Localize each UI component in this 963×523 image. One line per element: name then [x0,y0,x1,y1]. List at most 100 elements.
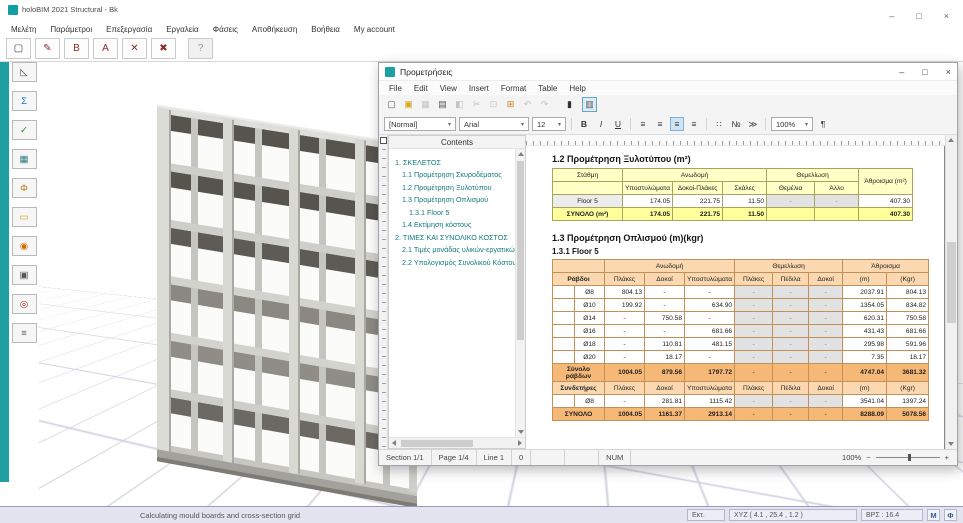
doc-menu-view[interactable]: View [434,84,463,93]
font-size-select[interactable]: 12▾ [532,117,566,131]
copy-icon: ⊡ [490,99,498,110]
contents-vscrollbar[interactable] [515,149,525,437]
page-view-button[interactable]: ▥ [582,97,597,112]
print-preview-button[interactable]: ◧ [452,97,467,112]
close-icon[interactable]: × [944,11,949,21]
tab-stop-box[interactable] [380,137,387,144]
zoom-slider-thumb[interactable] [908,454,911,461]
new-study-button[interactable]: ▢ [6,38,31,59]
doc-menu-table[interactable]: Table [532,84,563,93]
document-page[interactable]: 1.2 Προμέτρηση Ξυλοτύπου (m²) ΣτάθμηΑνωδ… [526,146,945,449]
zoom-slider[interactable] [876,457,940,458]
tables-button[interactable]: ▦ [12,149,37,169]
paste-icon: ⊞ [507,99,515,110]
zoom-out-icon[interactable]: − [866,453,870,462]
align-right-button[interactable]: ≡ [670,117,684,131]
table-cell: Ø16 [575,325,605,338]
windows-button[interactable]: ▣ [12,265,37,285]
calculations-button[interactable]: Σ [12,91,37,111]
pointer-tool-button[interactable]: ◺ [12,62,37,82]
table-cell: Floor 5 [553,195,623,208]
maximize-icon[interactable]: □ [916,11,921,21]
vscroll-thumb[interactable] [517,161,524,340]
contents-hscrollbar[interactable] [389,437,525,448]
numbered-list-button[interactable]: № [729,117,743,131]
undo-button[interactable]: ↶ [520,97,535,112]
menu-faseis[interactable]: Φάσεις [206,25,245,34]
scroll-up-icon[interactable] [948,138,954,142]
italic-button[interactable]: I [594,117,608,131]
hscroll-thumb[interactable] [401,440,473,447]
scroll-right-icon[interactable] [518,440,522,446]
cut-button[interactable]: ✂ [469,97,484,112]
new-doc-button[interactable]: ▢ [384,97,399,112]
close-study-button[interactable]: ✖ [151,38,176,59]
copy-b-button[interactable]: B [64,38,89,59]
editor-vscrollbar[interactable] [945,135,957,449]
bold-button[interactable]: B [577,117,591,131]
align-justify-button[interactable]: ≡ [687,117,701,131]
scroll-down-icon[interactable] [518,430,524,434]
pilcrow-button[interactable]: ¶ [816,117,830,131]
doc-menu-edit[interactable]: Edit [408,84,434,93]
doc-menu-help[interactable]: Help [563,84,591,93]
minimize-icon[interactable]: – [889,11,894,21]
copy-button[interactable]: ⊡ [486,97,501,112]
align-center-button[interactable]: ≡ [653,117,667,131]
print-button[interactable]: ▤ [435,97,450,112]
checks-button[interactable]: ✓ [12,120,37,140]
contents-item-xylotypos[interactable]: 1.2 Προμέτρηση Ξυλοτύπου [395,183,513,192]
lock-button[interactable]: ▮ [562,97,577,112]
status-m-button[interactable]: M [927,509,940,521]
edit-study-button[interactable]: ✎ [35,38,60,59]
reports-button[interactable]: ≡ [12,323,37,343]
editor-vscroll-thumb[interactable] [947,242,956,324]
contents-item-skeletos[interactable]: 1. ΣΚΕΛΕΤΟΣ [395,158,513,167]
help-button[interactable]: ? [188,38,213,59]
align-left-button[interactable]: ≡ [636,117,650,131]
doc-menu-insert[interactable]: Insert [463,84,495,93]
zoom-select[interactable]: 100%▾ [771,117,813,131]
settings-button[interactable]: Φ [12,178,37,198]
tables-icon: ▦ [20,154,29,165]
menu-parametroi[interactable]: Παράμετροι [43,25,99,34]
save-button[interactable]: ▦ [418,97,433,112]
bullet-list-button[interactable]: ∷ [712,117,726,131]
contents-item-synoliko-kostos[interactable]: 2.2 Υπολογισμός Συνολικού Κόστους [395,258,513,267]
indent-button[interactable]: ≫ [746,117,760,131]
sections-button[interactable]: ◉ [12,236,37,256]
contents-item-oplismos[interactable]: 1.3 Προμέτρηση Οπλισμού [395,195,513,204]
doc-menu-format[interactable]: Format [495,84,532,93]
menu-epexergasia[interactable]: Επεξεργασία [99,25,159,34]
paste-button[interactable]: ⊞ [503,97,518,112]
contents-item-times-monadas[interactable]: 2.1 Τιμές μονάδας υλικών-εργατικών [395,245,513,254]
contents-item-kostos[interactable]: 1.4 Εκτίμηση κόστους [395,220,513,229]
delete-study-button[interactable]: ✕ [122,38,147,59]
font-select[interactable]: Arial▾ [459,117,529,131]
doc-close-icon[interactable]: × [946,67,951,77]
menu-apothikefsi[interactable]: Αποθήκευση [245,25,304,34]
menu-meleti[interactable]: Μελέτη [4,25,43,34]
menu-my-account[interactable]: My account [347,25,402,34]
main-window-title: holoBIM 2021 Structural - Bk [22,5,118,14]
status-f-button[interactable]: Φ [944,509,957,521]
redo-button[interactable]: ↷ [537,97,552,112]
copy-a-button[interactable]: A [93,38,118,59]
underline-button[interactable]: U [611,117,625,131]
zoom-in-icon[interactable]: + [945,453,949,462]
scroll-left-icon[interactable] [392,440,396,446]
contents-item-floor5[interactable]: 1.3.1 Floor 5 [395,208,513,217]
menu-ergaleia[interactable]: Εργαλεία [159,25,205,34]
scroll-down-icon[interactable] [948,442,954,446]
scroll-up-icon[interactable] [518,152,524,156]
style-select[interactable]: [Normal]▾ [384,117,456,131]
web-button[interactable]: ◎ [12,294,37,314]
doc-minimize-icon[interactable]: – [899,67,904,77]
menu-voitheia[interactable]: Βοήθεια [304,25,347,34]
beams-button[interactable]: ▭ [12,207,37,227]
open-button[interactable]: ▣ [401,97,416,112]
doc-menu-file[interactable]: File [383,84,408,93]
contents-item-times[interactable]: 2. ΤΙΜΕΣ ΚΑΙ ΣΥΝΟΛΙΚΟ ΚΟΣΤΟΣ [395,233,513,242]
doc-maximize-icon[interactable]: □ [922,67,927,77]
contents-item-skyrodema[interactable]: 1.1 Προμέτρηση Σκυροδέματος [395,170,513,179]
